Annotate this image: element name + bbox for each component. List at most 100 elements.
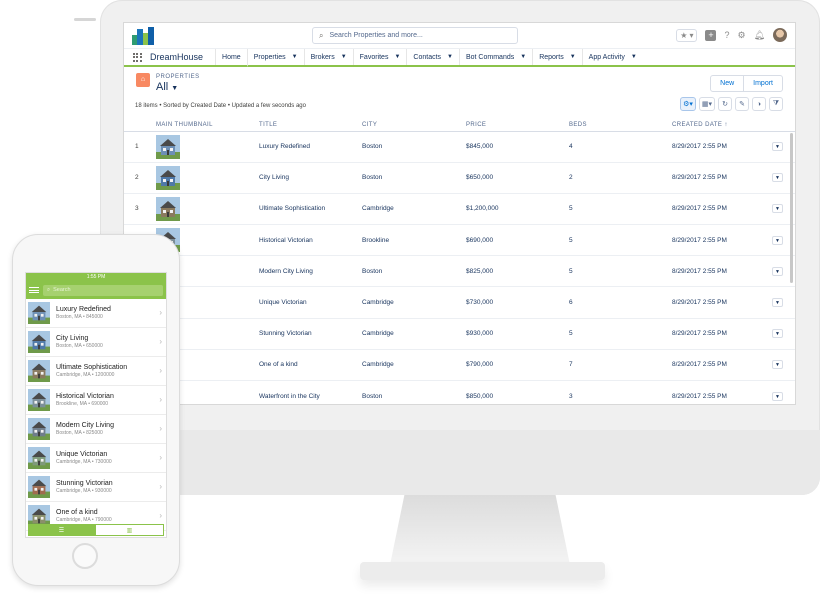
global-search-input[interactable]: ⌕ Search Properties and more... (312, 27, 518, 44)
new-button[interactable]: New (711, 76, 743, 91)
notifications-bell-icon[interactable]: 🔔︎ (754, 30, 765, 41)
title-cell[interactable]: Stunning Victorian (259, 318, 362, 350)
row-actions-dropdown-icon[interactable]: ▼ (772, 142, 783, 152)
row-actions-dropdown-icon[interactable]: ▼ (772, 235, 783, 245)
nav-tab-label: App Activity (588, 53, 625, 61)
column-header-price[interactable]: PRICE (466, 119, 569, 132)
title-cell[interactable]: Modern City Living (259, 255, 362, 288)
nav-tab-contacts[interactable]: Contacts ▼ (406, 49, 459, 65)
table-row[interactable]: 2 City Living Boston $650,000 2 8/29/2017 2:5… (124, 162, 795, 194)
row-actions-dropdown-icon[interactable]: ▼ (772, 266, 783, 276)
table-row[interactable]: 6Unique VictorianCambridge$730,00068/29/… (124, 286, 795, 319)
table-row[interactable]: 3 Ultimate Sophistication Cambridge $1,200,… (124, 193, 795, 226)
gear-icon[interactable]: ⚙ (737, 30, 745, 41)
map-view-tab[interactable]: ▥ (95, 524, 164, 536)
filter-icon[interactable]: ⧩ (769, 97, 783, 111)
chevron-down-icon[interactable]: ▼ (631, 54, 637, 60)
title-cell[interactable]: Ultimate Sophistication (259, 193, 362, 226)
row-actions-dropdown-icon[interactable]: ▼ (772, 204, 783, 214)
row-actions-dropdown-icon[interactable]: ▼ (772, 329, 783, 339)
row-actions-dropdown-icon[interactable]: ▼ (772, 360, 783, 370)
property-thumbnail[interactable] (156, 165, 180, 190)
refresh-icon[interactable]: ↻ (718, 97, 732, 111)
phone-home-button[interactable] (72, 543, 98, 569)
chart-icon[interactable]: ◑ (752, 97, 766, 111)
column-header-city[interactable]: CITY (362, 119, 466, 132)
chevron-down-icon[interactable]: ▼ (447, 54, 453, 60)
row-actions-header (772, 119, 795, 132)
list-icon: ☰ (58, 527, 65, 534)
list-item[interactable]: Modern City Living Boston, MA • 825000 › (26, 415, 166, 444)
row-actions-dropdown-icon[interactable]: ▼ (772, 298, 783, 308)
chevron-down-icon[interactable]: ▼ (520, 54, 526, 60)
monitor-chin (100, 430, 820, 495)
chevron-down-icon[interactable]: ▼ (341, 54, 347, 60)
list-view-name: All (156, 81, 169, 93)
list-item[interactable]: Stunning Victorian Cambridge, MA • 930000… (26, 473, 166, 502)
chevron-down-icon[interactable]: ▼ (394, 54, 400, 60)
nav-tab-bot-commands[interactable]: Bot Commands ▼ (458, 49, 532, 65)
dreamhouse-logo-icon[interactable] (132, 26, 154, 45)
row-actions-dropdown-icon[interactable]: ▼ (772, 173, 783, 183)
title-cell[interactable]: One of a kind (259, 349, 362, 382)
table-row[interactable]: 7Stunning VictorianCambridge$930,00058/2… (124, 318, 795, 350)
global-actions-icon[interactable]: + (705, 29, 717, 41)
properties-object-icon: ⌂ (136, 73, 150, 87)
list-item[interactable]: Historical Victorian Brookline, MA • 6900… (26, 386, 166, 415)
title-cell[interactable]: Unique Victorian (259, 286, 362, 319)
column-header-beds[interactable]: BEDS (569, 119, 672, 132)
properties-table: MAIN THUMBNAIL TITLE CITY PRICE BEDS CRE… (124, 119, 795, 404)
property-thumbnail[interactable] (156, 134, 180, 159)
list-settings-gear-icon[interactable]: ⚙▾ (680, 97, 696, 111)
avatar[interactable] (773, 28, 787, 42)
chevron-down-icon[interactable]: ▼ (292, 54, 298, 60)
nav-tab-reports[interactable]: Reports ▼ (532, 49, 581, 65)
title-cell[interactable]: Luxury Redefined (259, 131, 362, 163)
table-row[interactable]: 5Modern City LivingBoston$825,00058/29/2… (124, 255, 795, 288)
status-bar-time: 1:55 PM (26, 273, 166, 281)
row-actions-dropdown-icon[interactable]: ▼ (772, 391, 783, 401)
created-date-cell: 8/29/2017 2:55 PM (672, 131, 772, 163)
nav-tab-favorites[interactable]: Favorites ▼ (352, 49, 407, 65)
table-row[interactable]: 8One of a kindCambridge$790,00078/29/201… (124, 349, 795, 382)
import-button[interactable]: Import (743, 76, 782, 91)
title-cell[interactable]: Historical Victorian (259, 224, 362, 257)
list-item[interactable]: City Living Boston, MA • 650000 › (26, 328, 166, 357)
beds-cell: 5 (569, 255, 672, 288)
title-cell[interactable]: City Living (259, 162, 362, 194)
list-item[interactable]: Luxury Redefined Boston, MA • 845000 › (26, 299, 166, 328)
table-scrollbar[interactable] (790, 133, 793, 283)
table-row[interactable]: 1 Luxury Redefined Boston $845,000 4 8/29/201… (124, 131, 795, 163)
column-header-title[interactable]: TITLE (259, 119, 362, 132)
help-icon[interactable]: ? (724, 30, 729, 40)
list-item-subtitle: Cambridge, MA • 730000 (56, 459, 112, 465)
edit-pencil-icon[interactable]: ✎ (735, 97, 749, 111)
chevron-down-icon: ▼ (171, 85, 179, 92)
created-date-cell: 8/29/2017 2:55 PM (672, 162, 772, 194)
nav-tab-properties[interactable]: Properties ▼ (246, 49, 304, 67)
favorites-button[interactable]: ★ ▾ (676, 28, 698, 42)
nav-tab-brokers[interactable]: Brokers ▼ (303, 49, 353, 65)
list-view-selector[interactable]: All ▼ (156, 81, 178, 93)
list-item-subtitle: Brookline, MA • 690000 (56, 401, 109, 407)
hamburger-menu-icon[interactable] (29, 287, 39, 293)
list-item[interactable]: Unique Victorian Cambridge, MA • 730000 › (26, 444, 166, 473)
table-row[interactable]: 4Historical VictorianBrookline$690,00058… (124, 224, 795, 257)
nav-tab-home[interactable]: Home (215, 49, 247, 65)
nav-tab-app-activity[interactable]: App Activity ▼ (581, 49, 643, 65)
app-launcher-icon[interactable] (130, 49, 144, 65)
display-as-table-icon[interactable]: ▦▾ (698, 97, 715, 111)
table-row[interactable]: 9Waterfront in the CityBoston$850,00038/… (124, 380, 795, 404)
mobile-search-input[interactable]: ⌕ Search (43, 284, 163, 296)
title-cell[interactable]: Waterfront in the City (259, 380, 362, 404)
list-view-tab[interactable]: ☰ (28, 524, 95, 536)
property-thumbnail (28, 302, 50, 324)
beds-cell: 5 (569, 224, 672, 257)
chevron-down-icon[interactable]: ▼ (570, 54, 576, 60)
column-header-thumbnail[interactable]: MAIN THUMBNAIL (156, 119, 259, 132)
property-thumbnail[interactable] (156, 196, 180, 221)
city-cell: Cambridge (362, 318, 466, 350)
column-header-created-date[interactable]: CREATED DATE ↑ (672, 119, 772, 132)
chevron-right-icon: › (159, 482, 162, 491)
list-item[interactable]: Ultimate Sophistication Cambridge, MA • 1… (26, 357, 166, 386)
